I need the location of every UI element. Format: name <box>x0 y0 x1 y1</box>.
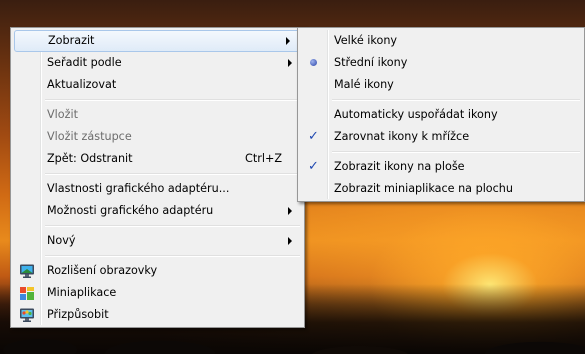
menu-item-label: Rozlišení obrazovky <box>47 264 158 277</box>
monitor-icon <box>20 264 34 278</box>
checkmark-icon: ✓ <box>308 129 319 144</box>
submenu-item-show-desktop-icons[interactable]: ✓ Zobrazit ikony na ploše <box>300 156 582 178</box>
menu-item-refresh[interactable]: Aktualizovat <box>13 74 302 96</box>
menu-item-paste-shortcut: Vložit zástupce <box>13 126 302 148</box>
menu-item-label: Vložit zástupce <box>47 130 132 143</box>
menu-item-undo-delete[interactable]: Zpět: Odstranit Ctrl+Z <box>13 148 302 170</box>
menu-item-label: Zobrazit <box>48 34 95 47</box>
menu-item-label: Seřadit podle <box>47 56 122 69</box>
menu-item-paste: Vložit <box>13 104 302 126</box>
menu-item-label: Aktualizovat <box>47 78 117 91</box>
submenu-item-auto-arrange[interactable]: Automaticky uspořádat ikony <box>300 104 582 126</box>
menu-item-label: Střední ikony <box>334 56 408 69</box>
menu-item-label: Vložit <box>47 108 78 121</box>
submenu-arrow-icon <box>288 59 292 67</box>
view-submenu: Velké ikony Střední ikony Malé ikony Aut… <box>297 27 585 202</box>
menu-item-label: Automaticky uspořádat ikony <box>334 108 498 121</box>
menu-separator <box>332 151 580 153</box>
menu-item-label: Možnosti grafického adaptéru <box>47 204 214 217</box>
gadgets-icon <box>20 287 34 300</box>
menu-separator <box>45 255 300 257</box>
menu-separator <box>45 99 300 101</box>
menu-item-label: Zobrazit ikony na ploše <box>334 160 465 173</box>
menu-separator <box>45 173 300 175</box>
menu-item-graphics-options[interactable]: Možnosti grafického adaptéru <box>13 200 302 222</box>
submenu-arrow-icon <box>288 237 292 245</box>
submenu-arrow-icon <box>288 207 292 215</box>
shortcut-text: Ctrl+Z <box>245 152 282 165</box>
menu-separator <box>45 225 300 227</box>
submenu-item-align-to-grid[interactable]: ✓ Zarovnat ikony k mřížce <box>300 126 582 148</box>
menu-item-label: Velké ikony <box>334 34 398 47</box>
radio-bullet-icon <box>310 59 317 66</box>
menu-item-view[interactable]: Zobrazit <box>14 30 301 52</box>
submenu-arrow-icon <box>286 37 290 45</box>
menu-item-label: Zobrazit miniaplikace na plochu <box>334 182 513 195</box>
menu-item-label: Zarovnat ikony k mřížce <box>334 130 470 143</box>
menu-item-label: Přizpůsobit <box>47 308 109 321</box>
menu-item-label: Miniaplikace <box>47 286 117 299</box>
menu-item-label: Vlastnosti grafického adaptéru... <box>47 182 230 195</box>
menu-item-screen-resolution[interactable]: Rozlišení obrazovky <box>13 260 302 282</box>
submenu-item-show-gadgets[interactable]: Zobrazit miniaplikace na plochu <box>300 178 582 200</box>
submenu-item-large-icons[interactable]: Velké ikony <box>300 30 582 52</box>
checkmark-icon: ✓ <box>308 159 319 174</box>
menu-item-label: Zpět: Odstranit <box>47 152 133 165</box>
desktop-context-menu: Zobrazit Seřadit podle Aktualizovat Vlož… <box>10 27 305 328</box>
menu-item-gadgets[interactable]: Miniaplikace <box>13 282 302 304</box>
menu-item-personalize[interactable]: Přizpůsobit <box>13 304 302 326</box>
submenu-item-small-icons[interactable]: Malé ikony <box>300 74 582 96</box>
menu-item-label: Nový <box>47 234 76 247</box>
menu-item-label: Malé ikony <box>334 78 394 91</box>
submenu-item-medium-icons[interactable]: Střední ikony <box>300 52 582 74</box>
personalize-icon <box>20 308 34 322</box>
menu-separator <box>332 99 580 101</box>
menu-item-new[interactable]: Nový <box>13 230 302 252</box>
menu-item-sort-by[interactable]: Seřadit podle <box>13 52 302 74</box>
menu-item-graphics-properties[interactable]: Vlastnosti grafického adaptéru... <box>13 178 302 200</box>
